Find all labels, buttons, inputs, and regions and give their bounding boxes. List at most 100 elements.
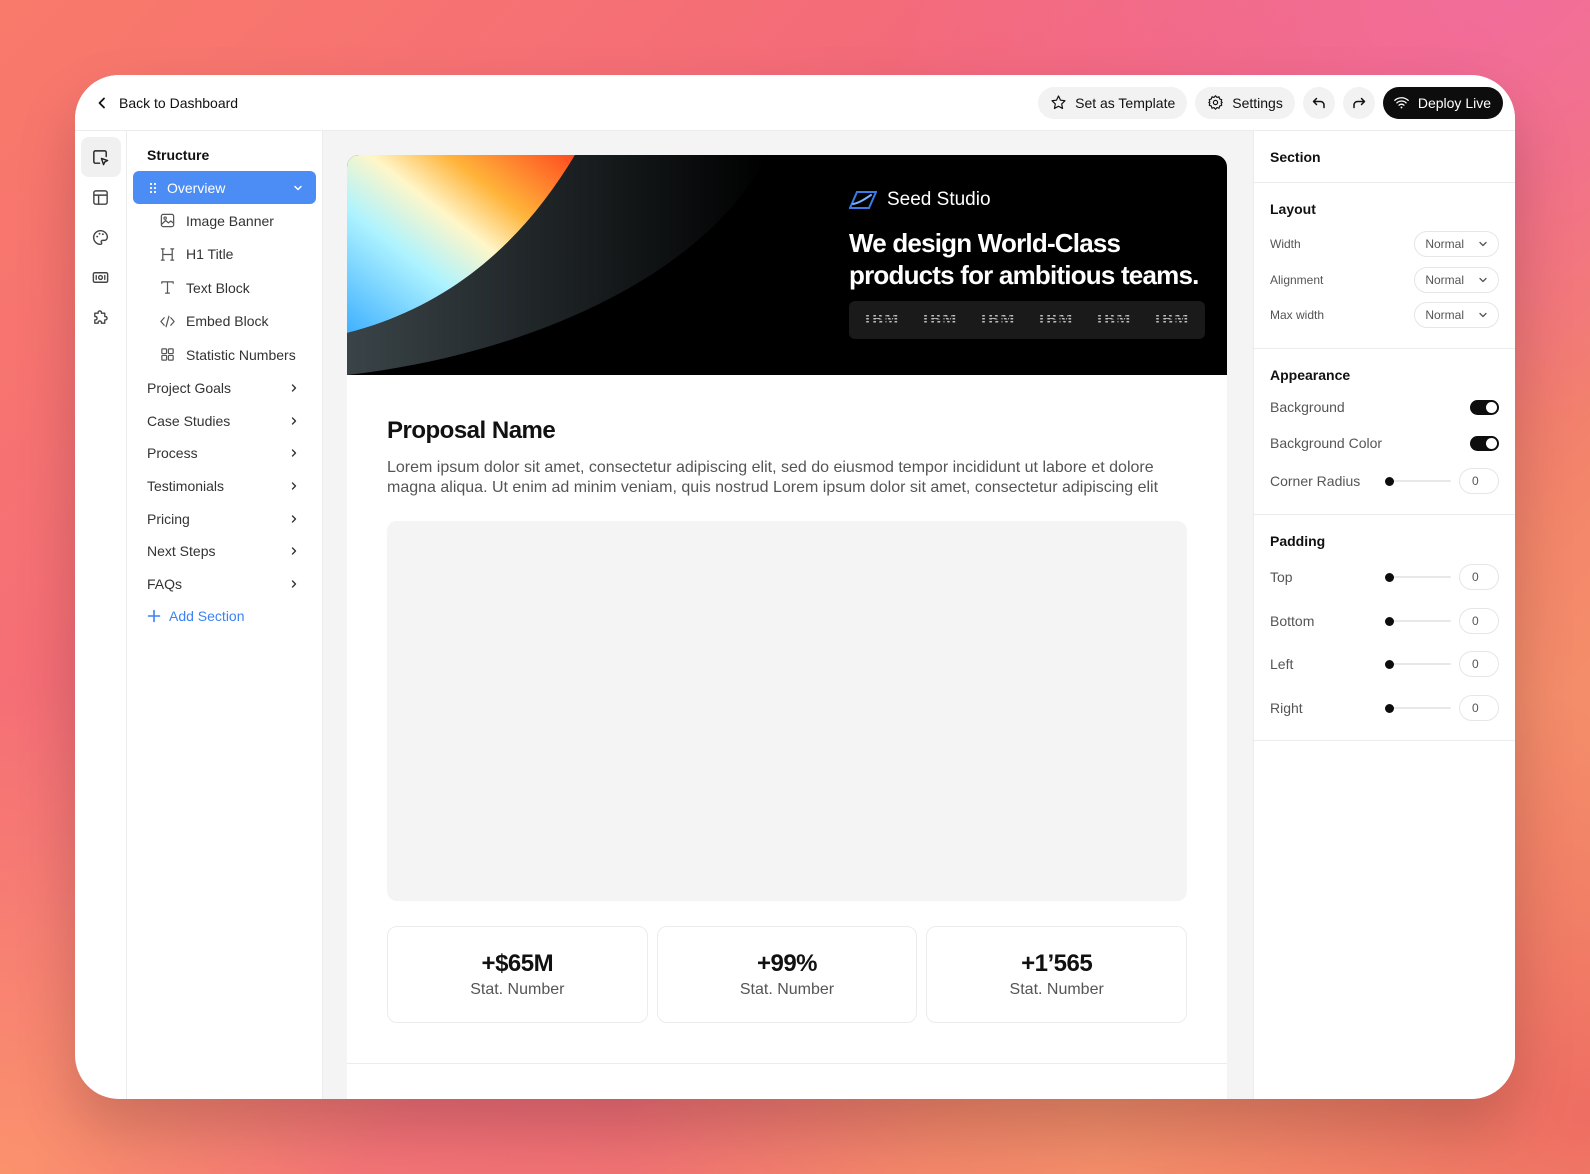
section-case-studies[interactable]: Case Studies (133, 404, 316, 437)
client-logo: IBM (922, 312, 958, 328)
section-label: Next Steps (147, 543, 216, 560)
sub-item-label: Text Block (186, 279, 250, 296)
chevron-down-icon (1479, 241, 1487, 247)
background-color-toggle[interactable] (1470, 435, 1499, 451)
padding-top-slider[interactable] (1385, 572, 1451, 582)
slider-knob[interactable] (1385, 660, 1394, 669)
sub-item-label: Embed Block (186, 313, 269, 330)
slider-knob[interactable] (1385, 573, 1394, 582)
padding-top-row: Top 0 (1270, 564, 1499, 590)
properties-panel: Section Layout Width Normal Alignment No… (1253, 131, 1515, 1099)
stat-card[interactable]: +99% Stat. Number (656, 926, 918, 1023)
padding-right-row: Right 0 (1270, 694, 1499, 721)
corner-radius-slider[interactable] (1385, 476, 1451, 486)
chevron-down-icon (1479, 312, 1487, 318)
image-banner[interactable]: Seed Studio We design World-Class produc… (347, 155, 1227, 375)
section-testimonials[interactable]: Testimonials (133, 470, 316, 503)
padding-left-slider[interactable] (1385, 659, 1451, 669)
client-logo: IBM (1038, 312, 1074, 328)
back-to-dashboard-button[interactable]: Back to Dashboard (95, 95, 238, 111)
section-process[interactable]: Process (133, 437, 316, 470)
back-label: Back to Dashboard (119, 94, 239, 111)
rail-select-button[interactable] (80, 137, 121, 177)
proposal-text-block[interactable]: Lorem ipsum dolor sit amet, consectetur … (387, 458, 1187, 498)
padding-left-input[interactable]: 0 (1459, 651, 1499, 677)
width-value: Normal (1425, 237, 1464, 251)
section-pricing[interactable]: Pricing (133, 502, 316, 535)
editor-canvas: Seed Studio We design World-Class produc… (323, 131, 1253, 1099)
chevron-right-icon (291, 482, 297, 490)
set-as-template-button[interactable]: Set as Template (1038, 86, 1188, 119)
padding-bottom-slider[interactable] (1385, 616, 1451, 626)
stat-card[interactable]: +1’565 Stat. Number (926, 926, 1188, 1023)
undo-icon (1312, 97, 1325, 108)
grid-icon (161, 348, 174, 362)
embed-block-placeholder[interactable] (387, 521, 1187, 901)
stat-caption: Stat. Number (470, 981, 565, 998)
seed-studio-logo-icon (849, 191, 877, 209)
padding-right-input[interactable]: 0 (1459, 694, 1499, 721)
sub-item-text-block[interactable]: Text Block (133, 271, 316, 305)
settings-button[interactable]: Settings (1195, 86, 1295, 119)
corner-radius-label: Corner Radius (1270, 473, 1361, 489)
sub-item-image-banner[interactable]: Image Banner (133, 204, 316, 238)
chevron-down-icon (294, 185, 302, 190)
select-icon (93, 149, 109, 165)
client-logos: IBM IBM IBM IBM IBM IBM (849, 301, 1205, 339)
max-width-row: Max width Normal (1270, 302, 1499, 328)
section-overview[interactable]: Overview (133, 171, 316, 204)
max-width-value: Normal (1425, 308, 1464, 322)
image-icon (160, 213, 175, 228)
padding-top-input[interactable]: 0 (1459, 564, 1499, 590)
rail-palette-button[interactable] (81, 217, 121, 257)
puzzle-icon (94, 309, 108, 324)
padding-bottom-label: Bottom (1270, 612, 1315, 629)
sub-item-h1-title[interactable]: H1 Title (133, 238, 316, 272)
headline-line-1: We design World-Class (849, 228, 1121, 258)
undo-button[interactable] (1302, 86, 1335, 119)
max-width-select[interactable]: Normal (1414, 302, 1499, 328)
statistic-numbers: +$65M Stat. Number +99% Stat. Number +1’… (387, 926, 1188, 1023)
alignment-select[interactable]: Normal (1414, 266, 1499, 293)
alignment-label: Alignment (1270, 272, 1324, 287)
rail-plugins-button[interactable] (81, 297, 121, 337)
palette-icon (92, 229, 109, 245)
section-faqs[interactable]: FAQs (133, 568, 316, 601)
overview-label: Overview (167, 179, 226, 196)
background-toggle[interactable] (1470, 399, 1499, 415)
sub-item-statistic-numbers[interactable]: Statistic Numbers (133, 338, 316, 372)
slider-knob[interactable] (1385, 616, 1394, 626)
stat-card[interactable]: +$65M Stat. Number (387, 926, 648, 1023)
section-label: Case Studies (147, 412, 231, 429)
rail-layout-button[interactable] (81, 177, 121, 217)
structure-panel: Structure Overview Image Banner H1 Title… (127, 131, 323, 1099)
chevron-right-icon (291, 580, 297, 588)
brand-lockup: Seed Studio (849, 189, 991, 211)
padding-section: Padding Top 0 Bottom 0 Left 0 Right 0 (1254, 515, 1515, 741)
padding-left-row: Left 0 (1270, 651, 1499, 677)
stat-value: +99% (756, 950, 818, 977)
add-section-button[interactable]: Add Section (133, 600, 316, 632)
settings-label: Settings (1232, 94, 1283, 111)
appearance-heading: Appearance (1270, 367, 1351, 383)
width-select[interactable]: Normal (1414, 231, 1499, 257)
section-next-steps[interactable]: Next Steps (133, 535, 316, 568)
corner-radius-row: Corner Radius 0 (1270, 468, 1499, 494)
section-project-goals[interactable]: Project Goals (133, 372, 316, 405)
structure-title: Structure (147, 147, 210, 163)
rail-media-button[interactable] (81, 257, 121, 297)
deploy-live-button[interactable]: Deploy Live (1382, 86, 1503, 119)
padding-bottom-input[interactable]: 0 (1459, 607, 1499, 634)
corner-radius-input[interactable]: 0 (1459, 468, 1499, 494)
client-logo: IBM (1096, 312, 1132, 328)
slider-knob[interactable] (1385, 477, 1394, 486)
sub-item-embed-block[interactable]: Embed Block (133, 305, 316, 339)
padding-right-slider[interactable] (1385, 703, 1451, 713)
redo-button[interactable] (1342, 86, 1375, 119)
padding-bottom-row: Bottom 0 (1270, 607, 1499, 634)
drag-handle-icon (149, 182, 157, 193)
slider-knob[interactable] (1385, 703, 1394, 713)
background-color-row: Background Color (1270, 432, 1499, 454)
proposal-title[interactable]: Proposal Name (387, 417, 556, 445)
top-bar: Back to Dashboard Set as Template Settin… (75, 75, 1515, 131)
